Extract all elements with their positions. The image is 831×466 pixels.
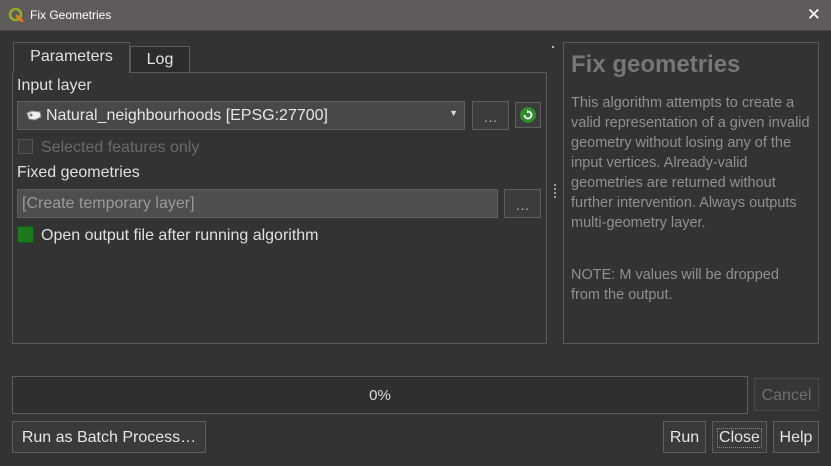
fixed-geometries-label: Fixed geometries xyxy=(17,164,140,181)
help-description: This algorithm attempts to create a vali… xyxy=(571,95,810,231)
run-button[interactable]: Run xyxy=(663,421,706,453)
splitter-handle[interactable] xyxy=(554,184,558,200)
qgis-icon xyxy=(8,7,24,23)
chevron-down-icon: ▼ xyxy=(449,108,458,118)
input-layer-label: Input layer xyxy=(17,77,92,94)
title-bar: Fix Geometries ✕ xyxy=(0,0,831,31)
progress-text: 0% xyxy=(369,387,391,404)
selected-features-label: Selected features only xyxy=(41,139,200,156)
refresh-icon xyxy=(520,107,536,123)
run-batch-button[interactable]: Run as Batch Process… xyxy=(12,421,206,453)
splitter-handle-dot xyxy=(552,46,554,48)
cancel-button[interactable]: Cancel xyxy=(754,378,819,411)
refresh-button[interactable] xyxy=(515,102,541,128)
fixed-geometries-output-field[interactable]: [Create temporary layer] xyxy=(17,189,498,218)
help-title: Fix geometries xyxy=(571,51,741,78)
close-icon[interactable]: ✕ xyxy=(807,5,821,25)
input-layer-browse-button[interactable]: … xyxy=(472,101,509,130)
polygon-layer-icon xyxy=(26,110,42,121)
close-button-label: Close xyxy=(717,428,762,448)
window-title: Fix Geometries xyxy=(30,8,112,22)
tab-parameters[interactable]: Parameters xyxy=(13,42,130,73)
help-button[interactable]: Help xyxy=(773,421,819,453)
open-output-checkbox[interactable] xyxy=(17,226,34,243)
open-output-label: Open output file after running algorithm xyxy=(41,227,319,244)
output-browse-button[interactable]: … xyxy=(504,189,541,218)
progress-bar: 0% xyxy=(12,376,748,414)
selected-features-checkbox[interactable] xyxy=(18,139,33,154)
input-layer-value: Natural_neighbourhoods [EPSG:27700] xyxy=(46,107,328,124)
input-layer-combo[interactable]: Natural_neighbourhoods [EPSG:27700] ▼ xyxy=(17,101,465,130)
tab-log[interactable]: Log xyxy=(130,46,190,72)
close-button[interactable]: Close xyxy=(712,421,767,453)
help-note: NOTE: M values will be dropped from the … xyxy=(571,267,779,303)
